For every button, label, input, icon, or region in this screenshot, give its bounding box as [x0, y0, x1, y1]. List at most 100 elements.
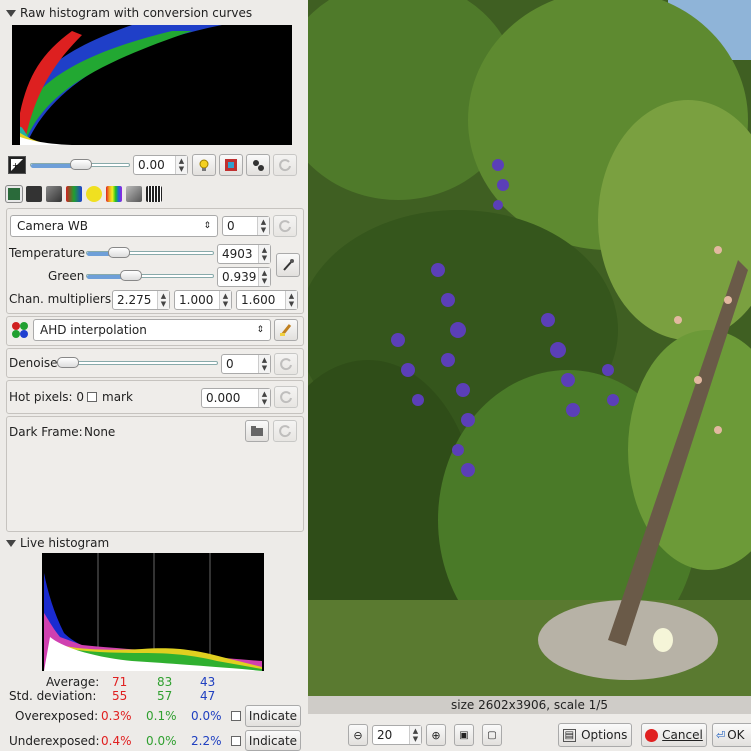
zoom-out-icon: ⊖ [353, 728, 363, 742]
underexposed-indicate-button[interactable]: Indicate [245, 730, 301, 751]
exposure-slider-handle[interactable] [70, 159, 92, 170]
zoom-spinbox[interactable]: 20 ▲ ▼ [372, 725, 422, 745]
reset-hot-pixels-button[interactable] [274, 386, 298, 408]
zoom-100-button[interactable]: ▢ [482, 724, 502, 746]
hot-pixels-spinbox[interactable]: 0.000 ▲ ▼ [201, 388, 271, 408]
std-green: 57 [157, 689, 173, 703]
collapse-triangle-icon[interactable] [6, 9, 16, 17]
zoom-100-icon: ▢ [487, 729, 497, 741]
chan-b-arrows[interactable]: ▲ ▼ [285, 291, 297, 309]
temperature-spinbox[interactable]: 4903 ▲ ▼ [217, 244, 271, 264]
raw-histogram-header[interactable]: Raw histogram with conversion curves [6, 6, 252, 20]
zoom-out-button[interactable]: ⊖ [348, 724, 368, 746]
chan-g-spinbox[interactable]: 1.000 ▲ ▼ [174, 290, 232, 310]
reset-exposure-button[interactable] [273, 154, 297, 176]
spot-wb-button[interactable] [276, 253, 300, 277]
green-arrows[interactable]: ▲ ▼ [258, 268, 270, 286]
chan-r-value: 2.275 [117, 293, 152, 307]
load-dark-frame-button[interactable] [245, 420, 269, 442]
green-label: Green [48, 269, 85, 283]
live-histogram [42, 553, 264, 671]
chan-g-arrows[interactable]: ▲ ▼ [219, 291, 231, 309]
live-histogram-title: Live histogram [20, 536, 110, 550]
ok-button[interactable]: ⏎ OK [712, 723, 751, 747]
preview-photo [308, 0, 751, 696]
temperature-slider-handle[interactable] [108, 247, 130, 258]
zoom-in-button[interactable]: ⊕ [426, 724, 446, 746]
underexposed-blue: 2.2% [191, 734, 222, 748]
chan-b-spinbox[interactable]: 1.600 ▲ ▼ [236, 290, 298, 310]
chan-r-arrows[interactable]: ▲ ▼ [157, 291, 169, 309]
folder-icon [251, 426, 263, 436]
image-preview[interactable] [308, 0, 751, 696]
ok-label: OK [727, 728, 745, 742]
green-value: 0.939 [222, 270, 257, 284]
overexposed-indicate-button[interactable]: Indicate [245, 705, 301, 727]
exposure-spinbox[interactable]: 0.00 ▲ ▼ [133, 155, 188, 175]
wb-fine-tune-spinbox[interactable]: 0 ▲ ▼ [222, 216, 270, 236]
clip-highlights-button[interactable] [246, 154, 270, 176]
underexposed-red: 0.4% [101, 734, 132, 748]
green-slider-handle[interactable] [120, 270, 142, 281]
overexposed-checkbox[interactable] [231, 711, 241, 721]
exposure-icon: + [8, 156, 26, 174]
overexposed-blue: 0.0% [191, 709, 222, 723]
collapse-triangle-icon[interactable] [6, 539, 16, 547]
std-red: 55 [112, 689, 128, 703]
zoom-in-icon: ⊕ [431, 728, 441, 742]
tab-white-balance-icon[interactable] [5, 185, 23, 203]
options-button[interactable]: ▤ Options [558, 723, 632, 747]
denoise-spinbox[interactable]: 0 ▲ ▼ [221, 354, 271, 374]
live-histogram-header[interactable]: Live histogram [6, 536, 109, 550]
select-arrows-icon: ⇕ [203, 221, 211, 231]
denoise-value: 0 [226, 357, 234, 371]
interpolation-select[interactable]: AHD interpolation ⇕ [33, 319, 271, 341]
tab-exif-icon[interactable] [146, 186, 162, 202]
wb-fine-tune-arrows[interactable]: ▲ ▼ [257, 217, 269, 235]
tab-color-management-icon[interactable] [66, 186, 82, 202]
raw-histogram-title: Raw histogram with conversion curves [20, 6, 253, 20]
reset-denoise-button[interactable] [274, 353, 298, 375]
denoise-label: Denoise [9, 356, 58, 370]
dark-frame-value: None [84, 425, 116, 439]
status-bar: size 2602x3906, scale 1/5 [308, 696, 751, 714]
tab-base-curve-icon[interactable] [46, 186, 62, 202]
zoom-fit-button[interactable]: ▣ [454, 724, 474, 746]
denoise-arrows[interactable]: ▲ ▼ [258, 355, 270, 373]
green-slider-fill [87, 275, 122, 279]
average-red: 71 [112, 675, 128, 689]
reset-dark-frame-button[interactable] [273, 420, 297, 442]
hot-pixels-label: Hot pixels: 0 [9, 390, 85, 404]
wb-preset-select[interactable]: Camera WB ⇕ [10, 215, 218, 237]
options-icon: ▤ [562, 728, 577, 742]
reset-wb-button[interactable] [273, 215, 297, 237]
auto-exposure-button[interactable] [192, 154, 216, 176]
mark-checkbox[interactable] [87, 392, 97, 402]
bottom-toolbar: ⊖ 20 ▲ ▼ ⊕ ▣ ▢ ▤ Options Cancel ⏎ OK [308, 714, 751, 751]
raw-histogram [12, 25, 292, 145]
smooth-button[interactable] [274, 319, 298, 341]
overexposed-label: Overexposed: [15, 709, 99, 723]
zoom-arrows[interactable]: ▲ ▼ [409, 726, 421, 744]
reset-icon [279, 159, 291, 172]
denoise-slider-track[interactable] [60, 361, 218, 365]
tab-grayscale-icon[interactable] [26, 186, 42, 202]
tab-corrections-icon[interactable] [86, 186, 102, 202]
exposure-spin-arrows[interactable]: ▲ ▼ [175, 156, 187, 174]
denoise-slider-handle[interactable] [57, 357, 79, 368]
green-spinbox[interactable]: 0.939 ▲ ▼ [217, 267, 271, 287]
underexposed-label: Underexposed: [9, 734, 100, 748]
chan-r-spinbox[interactable]: 2.275 ▲ ▼ [112, 290, 170, 310]
underexposed-checkbox[interactable] [231, 736, 241, 746]
restore-details-button[interactable] [219, 154, 243, 176]
cancel-button[interactable]: Cancel [641, 723, 707, 747]
zoom-fit-icon: ▣ [459, 729, 469, 741]
live-histogram-curves [44, 553, 262, 671]
tab-crop-icon[interactable] [126, 186, 142, 202]
reset-icon [279, 220, 291, 233]
hot-pixels-arrows[interactable]: ▲ ▼ [258, 389, 270, 407]
temperature-arrows[interactable]: ▲ ▼ [258, 245, 270, 263]
wb-preset-value: Camera WB [17, 219, 89, 233]
overexposed-green: 0.1% [146, 709, 177, 723]
tab-lightness-icon[interactable] [106, 186, 122, 202]
